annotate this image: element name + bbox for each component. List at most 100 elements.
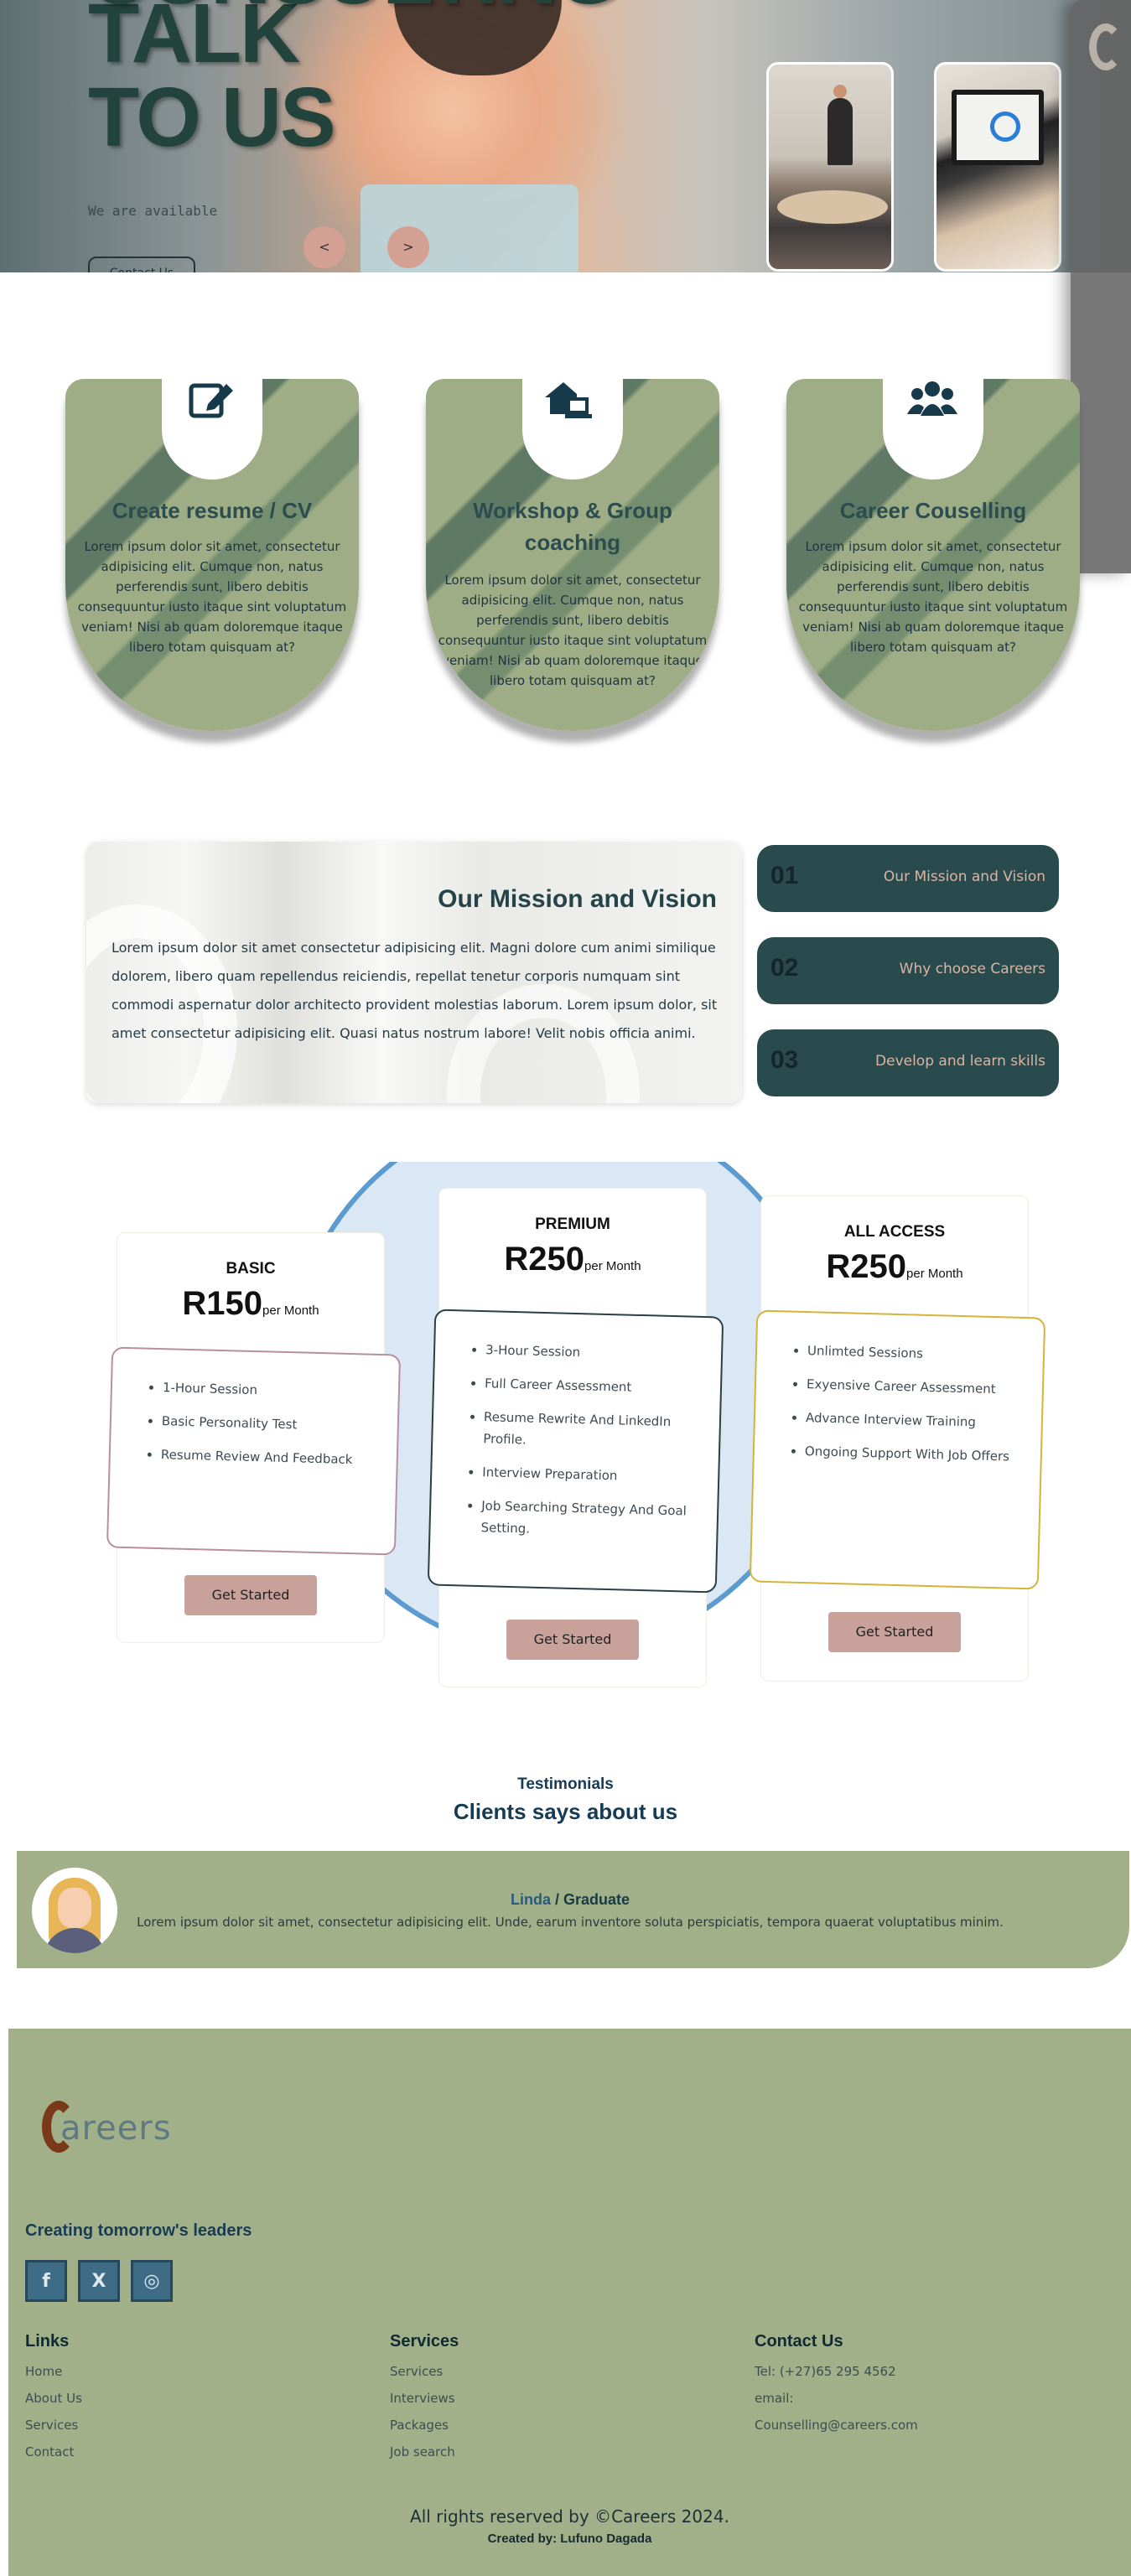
service-title: Create resume / CV (112, 498, 313, 523)
feature-item: Job Searching Strategy And Goal Setting. (480, 1495, 692, 1544)
plan-card-basic: BASIC R150per Month 1-Hour Session Basic… (106, 1232, 402, 1643)
testimonials-subtitle: Testimonials (517, 1775, 614, 1793)
hero-title-line-2: TO US (88, 70, 336, 164)
feature-item: Advance Interview Training (806, 1407, 1017, 1434)
footer-services-title: Services (390, 2332, 459, 2351)
plan-price-period: per Month (584, 1259, 641, 1273)
magnifier-icon (990, 111, 1020, 142)
feature-item: Resume Review And Feedback (161, 1443, 372, 1471)
mission-panel: Our Mission and Vision Lorem ipsum dolor… (86, 842, 742, 1103)
hero-title-line-0: CONSULTING (88, 0, 621, 17)
plan-price-period: per Month (262, 1304, 319, 1318)
service-title: Workshop & Group coaching (473, 498, 672, 555)
footer-service-link[interactable]: Job search (390, 2439, 459, 2465)
get-started-button-premium[interactable]: Get Started (506, 1620, 639, 1660)
service-description: Lorem ipsum dolor sit amet, consectetur … (438, 573, 708, 688)
feature-item: Exyensive Career Assessment (807, 1373, 1018, 1401)
side-panel-logo-icon (1089, 23, 1123, 70)
edit-icon (189, 383, 233, 418)
footer-link-home[interactable]: Home (25, 2358, 82, 2385)
plan-price-value: R250 (504, 1241, 585, 1278)
footer: areers Creating tomorrow's leaders f X ◎… (8, 2029, 1131, 2576)
footer-contact-email-label: email: (755, 2391, 794, 2406)
meeting-table-image (777, 190, 888, 224)
service-card-workshop[interactable]: Workshop & Group coaching Lorem ipsum do… (426, 379, 719, 731)
service-title: Career Couselling (839, 498, 1027, 523)
plan-price-period: per Month (906, 1267, 963, 1281)
hero-subtitle: We are available (88, 203, 218, 219)
footer-tagline: Creating tomorrow's leaders (25, 2221, 252, 2240)
x-icon[interactable]: X (78, 2260, 120, 2302)
plan-price: R250per Month (439, 1241, 706, 1278)
mission-tab-02[interactable]: 02 Why choose Careers (757, 937, 1059, 1004)
author-role: Graduate (563, 1891, 630, 1908)
service-card-counselling[interactable]: Career Couselling Lorem ipsum dolor sit … (786, 379, 1080, 731)
footer-links-title: Links (25, 2332, 70, 2351)
plan-price-value: R250 (826, 1248, 907, 1285)
feature-item: 1-Hour Session (163, 1376, 374, 1404)
mission-title: Our Mission and Vision (438, 885, 717, 913)
feature-item: Interview Preparation (482, 1461, 693, 1489)
instagram-icon[interactable]: ◎ (131, 2260, 173, 2302)
tab-label: Our Mission and Vision (883, 868, 1045, 885)
feature-item: Ongoing Support With Job Offers (805, 1440, 1016, 1468)
users-icon (907, 381, 957, 416)
author-name: Linda (510, 1891, 551, 1908)
feature-item: Basic Personality Test (162, 1410, 373, 1438)
job-search-screen-image (952, 90, 1044, 165)
plan-price: R150per Month (117, 1285, 384, 1323)
avatar (32, 1868, 117, 1953)
facebook-icon[interactable]: f (25, 2260, 67, 2302)
hero-contact-button[interactable]: Contact Us (88, 257, 195, 272)
footer-contact-title: Contact Us (755, 2332, 843, 2351)
plan-features-list: Unlimted Sessions Exyensive Career Asses… (749, 1309, 1046, 1590)
page: CONSULTING TALK TO US We are available C… (0, 0, 1131, 2576)
service-description: Lorem ipsum dolor sit amet, consectetur … (798, 539, 1068, 655)
service-description: Lorem ipsum dolor sit amet, consectetur … (77, 539, 347, 655)
footer-copyright: All rights reserved by ©Careers 2024. (410, 2506, 729, 2527)
get-started-button-all-access[interactable]: Get Started (828, 1612, 961, 1652)
testimonial-text: Lorem ipsum dolor sit amet, consectetur … (137, 1915, 1004, 1930)
next-slide-button[interactable]: > (387, 226, 429, 268)
hero-thumbnail-meeting[interactable] (766, 62, 894, 272)
tab-number: 02 (770, 954, 799, 982)
footer-service-link[interactable]: Services (390, 2358, 459, 2385)
footer-contact-column: Contact Us Tel: (+27)65 295 4562 email: … (755, 2332, 918, 2439)
footer-service-link[interactable]: Interviews (390, 2385, 459, 2412)
footer-link-contact[interactable]: Contact (25, 2439, 82, 2465)
feature-item: 3-Hour Session (485, 1339, 697, 1366)
hero-thumbnail-job-search[interactable] (934, 62, 1061, 272)
testimonials-title: Clients says about us (453, 1799, 678, 1824)
plan-price: R250per Month (761, 1248, 1028, 1286)
plan-price-value: R150 (182, 1285, 263, 1322)
logo-text: areers (60, 2109, 172, 2148)
footer-link-services[interactable]: Services (25, 2412, 82, 2439)
feature-item: Unlimted Sessions (807, 1340, 1019, 1367)
hero-banner: CONSULTING TALK TO US We are available C… (0, 0, 1131, 272)
footer-contact-email[interactable]: Counselling@careers.com (755, 2412, 918, 2439)
footer-contact-tel: Tel: (+27)65 295 4562 (755, 2364, 896, 2379)
feature-item: Full Career Assessment (485, 1372, 696, 1400)
plan-name: PREMIUM (535, 1215, 610, 1233)
prev-slide-button[interactable]: < (304, 226, 345, 268)
tab-label: Develop and learn skills (875, 1053, 1045, 1070)
plan-features-list: 3-Hour Session Full Career Assessment Re… (427, 1309, 724, 1594)
tab-number: 01 (770, 862, 799, 889)
footer-credit: Created by: Lufuno Dagada (487, 2532, 652, 2546)
footer-service-link[interactable]: Packages (390, 2412, 459, 2439)
meeting-person-image (827, 85, 853, 165)
mission-tab-01[interactable]: 01 Our Mission and Vision (757, 845, 1059, 912)
author-separator: / (550, 1891, 563, 1908)
plan-name: ALL ACCESS (843, 1223, 946, 1241)
footer-logo[interactable]: areers (42, 2101, 172, 2156)
service-card-resume[interactable]: Create resume / CV Lorem ipsum dolor sit… (65, 379, 359, 731)
tab-number: 03 (770, 1046, 799, 1074)
footer-link-about[interactable]: About Us (25, 2385, 82, 2412)
mission-tab-03[interactable]: 03 Develop and learn skills (757, 1029, 1059, 1096)
get-started-button-basic[interactable]: Get Started (184, 1575, 317, 1615)
home-laptop-icon (545, 382, 592, 418)
hero-title: CONSULTING TALK TO US (88, 0, 621, 164)
testimonial-card (17, 1851, 1129, 1968)
plan-name: BASIC (226, 1260, 276, 1278)
tab-label: Why choose Careers (899, 961, 1045, 977)
